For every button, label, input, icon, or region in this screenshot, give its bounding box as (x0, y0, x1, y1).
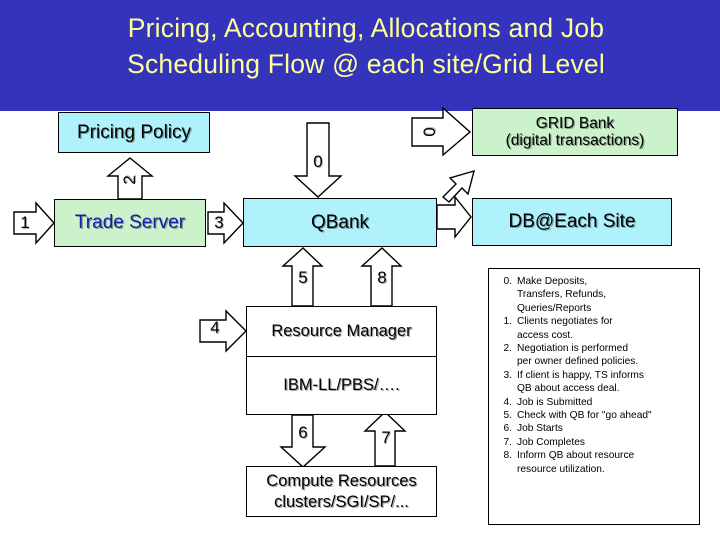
node-qbank[interactable]: QBank (243, 198, 437, 247)
legend-item: 3. If client is happy, TS informs QB abou… (495, 369, 695, 396)
node-resource-manager-header: Resource Manager (247, 307, 436, 357)
legend-item: 2. Negotiation is performed per owner def… (495, 342, 695, 369)
legend-item-text: Job Starts (517, 423, 563, 435)
node-resource-manager-sub: IBM-LL/PBS/…. (247, 357, 436, 414)
legend-item: 5. Check with QB for "go ahead" (495, 409, 695, 422)
legend-item-number: 8. (503, 450, 513, 462)
page-title-line2: Scheduling Flow @ each site/Grid Level (127, 49, 605, 79)
arrow-label-3: 3 (214, 213, 224, 232)
legend-item-text: Check with QB for "go ahead" (517, 410, 652, 422)
arrow-qbank-db-shape (436, 195, 472, 239)
node-db-each-site-label: DB@Each Site (508, 211, 636, 233)
arrow-label-7: 7 (381, 428, 391, 447)
node-resource-manager-sublabel: IBM-LL/PBS/…. (283, 376, 400, 395)
legend-item-number: 0. (503, 276, 513, 287)
page-title-line1: Pricing, Accounting, Allocations and Job (127, 13, 605, 43)
legend-item: 4. Job is Submitted (495, 396, 695, 409)
node-qbank-label: QBank (310, 211, 370, 233)
legend-panel: 0. Make Deposits, Transfers, Refunds, Que… (488, 268, 700, 525)
legend-item-text: If client is happy, TS informs QB about … (517, 369, 645, 395)
arrow-diagonal-shape (441, 169, 475, 203)
legend-item-text: Inform QB about resource resource utiliz… (517, 450, 635, 475)
title-banner: Pricing, Accounting, Allocations and Job… (0, 0, 720, 111)
node-grid-bank[interactable]: GRID Bank (digital transactions) (472, 108, 678, 156)
node-compute-resources-label-line1: Compute Resources (266, 471, 417, 490)
node-resource-manager[interactable]: Resource Manager IBM-LL/PBS/…. (246, 306, 437, 415)
legend-item-text: Negotiation is performed per owner defin… (517, 343, 639, 368)
legend-item-text: Make Deposits, Transfers, Refunds, Queri… (517, 276, 607, 314)
legend-item-text: Job is Submitted (517, 396, 593, 408)
node-resource-manager-label: Resource Manager (271, 322, 412, 341)
arrow-label-2: 2 (120, 175, 139, 185)
arrow-label-6: 6 (298, 423, 308, 442)
slide-canvas: Pricing, Accounting, Allocations and Job… (0, 0, 720, 540)
legend-item-number: 1. (503, 316, 513, 328)
legend-item: 8. Inform QB about resource resource util… (495, 449, 695, 476)
node-compute-resources[interactable]: Compute Resources clusters/SGI/SP/... (246, 466, 437, 517)
node-pricing-policy[interactable]: Pricing Policy (58, 112, 210, 153)
node-db-each-site[interactable]: DB@Each Site (472, 198, 672, 246)
legend-item: 7. Job Completes (495, 436, 695, 449)
node-pricing-policy-label: Pricing Policy (76, 121, 192, 143)
arrow-label-4: 4 (210, 318, 220, 337)
legend-item-number: 6. (503, 423, 513, 435)
arrow-label-8: 8 (377, 268, 387, 287)
legend-item: 1. Clients negotiates for access cost. (495, 315, 695, 342)
page-title: Pricing, Accounting, Allocations and Job… (36, 10, 696, 82)
arrow-label-5: 5 (298, 268, 308, 287)
legend-item-number: 4. (503, 396, 513, 408)
node-grid-bank-label-line1: GRID Bank (535, 114, 615, 132)
arrow-label-0-down: 0 (313, 152, 323, 171)
legend-item-text: Clients negotiates for access cost. (517, 316, 613, 341)
node-trade-server-label: Trade Server (74, 212, 186, 234)
legend-item-number: 5. (503, 410, 513, 422)
node-grid-bank-label-line2: (digital transactions) (505, 132, 645, 149)
legend-item-number: 7. (503, 436, 513, 448)
legend-item-text: Job Completes (517, 436, 585, 448)
legend-item: 6. Job Starts (495, 422, 695, 435)
legend-item-number: 2. (503, 343, 513, 355)
legend-item: 0. Make Deposits, Transfers, Refunds, Que… (495, 275, 695, 315)
node-trade-server[interactable]: Trade Server (54, 199, 206, 247)
arrow-label-0-right: 0 (420, 127, 439, 137)
legend-item-number: 3. (503, 369, 513, 381)
node-compute-resources-label-line2: clusters/SGI/SP/... (274, 492, 409, 511)
arrow-label-1: 1 (20, 213, 30, 232)
